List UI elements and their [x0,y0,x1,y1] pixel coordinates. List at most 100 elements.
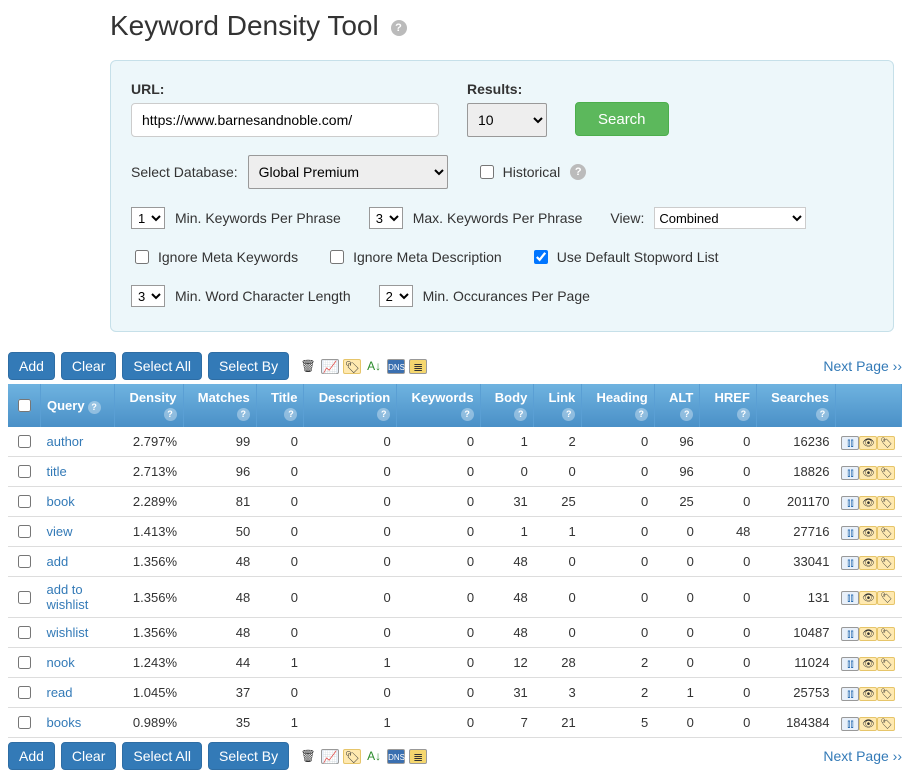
help-icon[interactable]: ? [461,408,474,421]
row-checkbox[interactable] [18,555,31,568]
chart-icon[interactable]: ⫾⫾ [841,556,859,570]
trash-icon[interactable]: 🗑 [299,359,317,374]
min-word-char-length-select[interactable]: 3 [131,285,165,307]
select-all-button[interactable]: Select All [122,742,202,770]
query-link[interactable]: title [47,464,67,479]
eye-icon[interactable]: 👁 [859,526,877,540]
url-input[interactable] [131,103,439,137]
help-icon[interactable]: ? [514,408,527,421]
clear-button[interactable]: Clear [61,742,116,770]
query-link[interactable]: view [47,524,73,539]
eye-icon[interactable]: 👁 [859,591,877,605]
tag-icon[interactable]: 🏷 [343,749,361,764]
eye-icon[interactable]: 👁 [859,436,877,450]
eye-icon[interactable]: 👁 [859,466,877,480]
help-icon[interactable]: ? [377,408,390,421]
query-link[interactable]: books [47,715,82,730]
eye-icon[interactable]: 👁 [859,496,877,510]
list-icon[interactable]: ≣ [409,749,427,764]
trash-icon[interactable]: 🗑 [299,749,317,764]
help-icon[interactable]: ? [237,408,250,421]
chart-icon[interactable]: ⫾⫾ [841,466,859,480]
export-icon[interactable]: A↓ [365,749,383,764]
help-icon[interactable]: ? [562,408,575,421]
chart-icon[interactable]: ⫾⫾ [841,687,859,701]
tag-icon[interactable]: 🏷 [877,466,895,480]
chart-icon[interactable]: ⫾⫾ [841,591,859,605]
min-occurrences-select[interactable]: 2 [379,285,413,307]
eye-icon[interactable]: 👁 [859,687,877,701]
col-density[interactable]: Density? [115,384,183,427]
chart-icon[interactable]: 📈 [321,749,339,764]
row-checkbox[interactable] [18,591,31,604]
list-icon[interactable]: ≣ [409,359,427,374]
dns-icon[interactable]: DNS [387,359,405,374]
dns-icon[interactable]: DNS [387,749,405,764]
col-alt[interactable]: ALT? [654,384,700,427]
query-link[interactable]: nook [47,655,75,670]
row-checkbox[interactable] [18,525,31,538]
col-link[interactable]: Link? [534,384,582,427]
col-keywords[interactable]: Keywords? [397,384,480,427]
help-icon[interactable]: ? [635,408,648,421]
results-select[interactable]: 10 [467,103,547,137]
help-icon[interactable]: ? [284,408,297,421]
tag-icon[interactable]: 🏷 [877,591,895,605]
use-default-stopword-checkbox[interactable] [534,250,548,264]
col-body[interactable]: Body? [480,384,534,427]
tag-icon[interactable]: 🏷 [877,657,895,671]
chart-icon[interactable]: ⫾⫾ [841,627,859,641]
col-matches[interactable]: Matches? [183,384,256,427]
min-keywords-per-phrase-select[interactable]: 1 [131,207,165,229]
col-query[interactable]: Query? [41,384,115,427]
eye-icon[interactable]: 👁 [859,657,877,671]
eye-icon[interactable]: 👁 [859,627,877,641]
chart-icon[interactable]: ⫾⫾ [841,657,859,671]
next-page-link[interactable]: Next Page ›› [823,748,902,764]
help-icon[interactable]: ? [88,401,101,414]
row-checkbox[interactable] [18,656,31,669]
row-checkbox[interactable] [18,716,31,729]
ignore-meta-keywords-checkbox[interactable] [135,250,149,264]
chart-icon[interactable]: ⫾⫾ [841,526,859,540]
help-icon[interactable]: ? [737,408,750,421]
col-title[interactable]: Title? [256,384,304,427]
tag-icon[interactable]: 🏷 [877,687,895,701]
database-select[interactable]: Global Premium [248,155,448,189]
tag-icon[interactable]: 🏷 [877,526,895,540]
help-icon[interactable]: ? [391,20,407,36]
help-icon[interactable]: ? [570,164,586,180]
next-page-link[interactable]: Next Page ›› [823,358,902,374]
max-keywords-per-phrase-select[interactable]: 3 [369,207,403,229]
tag-icon[interactable]: 🏷 [877,717,895,731]
add-button[interactable]: Add [8,742,55,770]
add-button[interactable]: Add [8,352,55,380]
select-by-button[interactable]: Select By [208,352,289,380]
query-link[interactable]: book [47,494,75,509]
tag-icon[interactable]: 🏷 [877,436,895,450]
clear-button[interactable]: Clear [61,352,116,380]
chart-icon[interactable]: 📈 [321,359,339,374]
col-href[interactable]: HREF? [700,384,757,427]
chart-icon[interactable]: ⫾⫾ [841,496,859,510]
export-icon[interactable]: A↓ [365,359,383,374]
select-all-rows-checkbox[interactable] [18,399,31,412]
query-link[interactable]: add to wishlist [47,582,89,612]
tag-icon[interactable]: 🏷 [343,359,361,374]
query-link[interactable]: read [47,685,73,700]
col-description[interactable]: Description? [304,384,397,427]
row-checkbox[interactable] [18,495,31,508]
eye-icon[interactable]: 👁 [859,717,877,731]
help-icon[interactable]: ? [680,408,693,421]
query-link[interactable]: wishlist [47,625,89,640]
select-all-button[interactable]: Select All [122,352,202,380]
tag-icon[interactable]: 🏷 [877,496,895,510]
search-button[interactable]: Search [575,102,669,136]
help-icon[interactable]: ? [816,408,829,421]
ignore-meta-description-checkbox[interactable] [330,250,344,264]
chart-icon[interactable]: ⫾⫾ [841,717,859,731]
query-link[interactable]: add [47,554,69,569]
row-checkbox[interactable] [18,626,31,639]
eye-icon[interactable]: 👁 [859,556,877,570]
view-select[interactable]: Combined [654,207,806,229]
